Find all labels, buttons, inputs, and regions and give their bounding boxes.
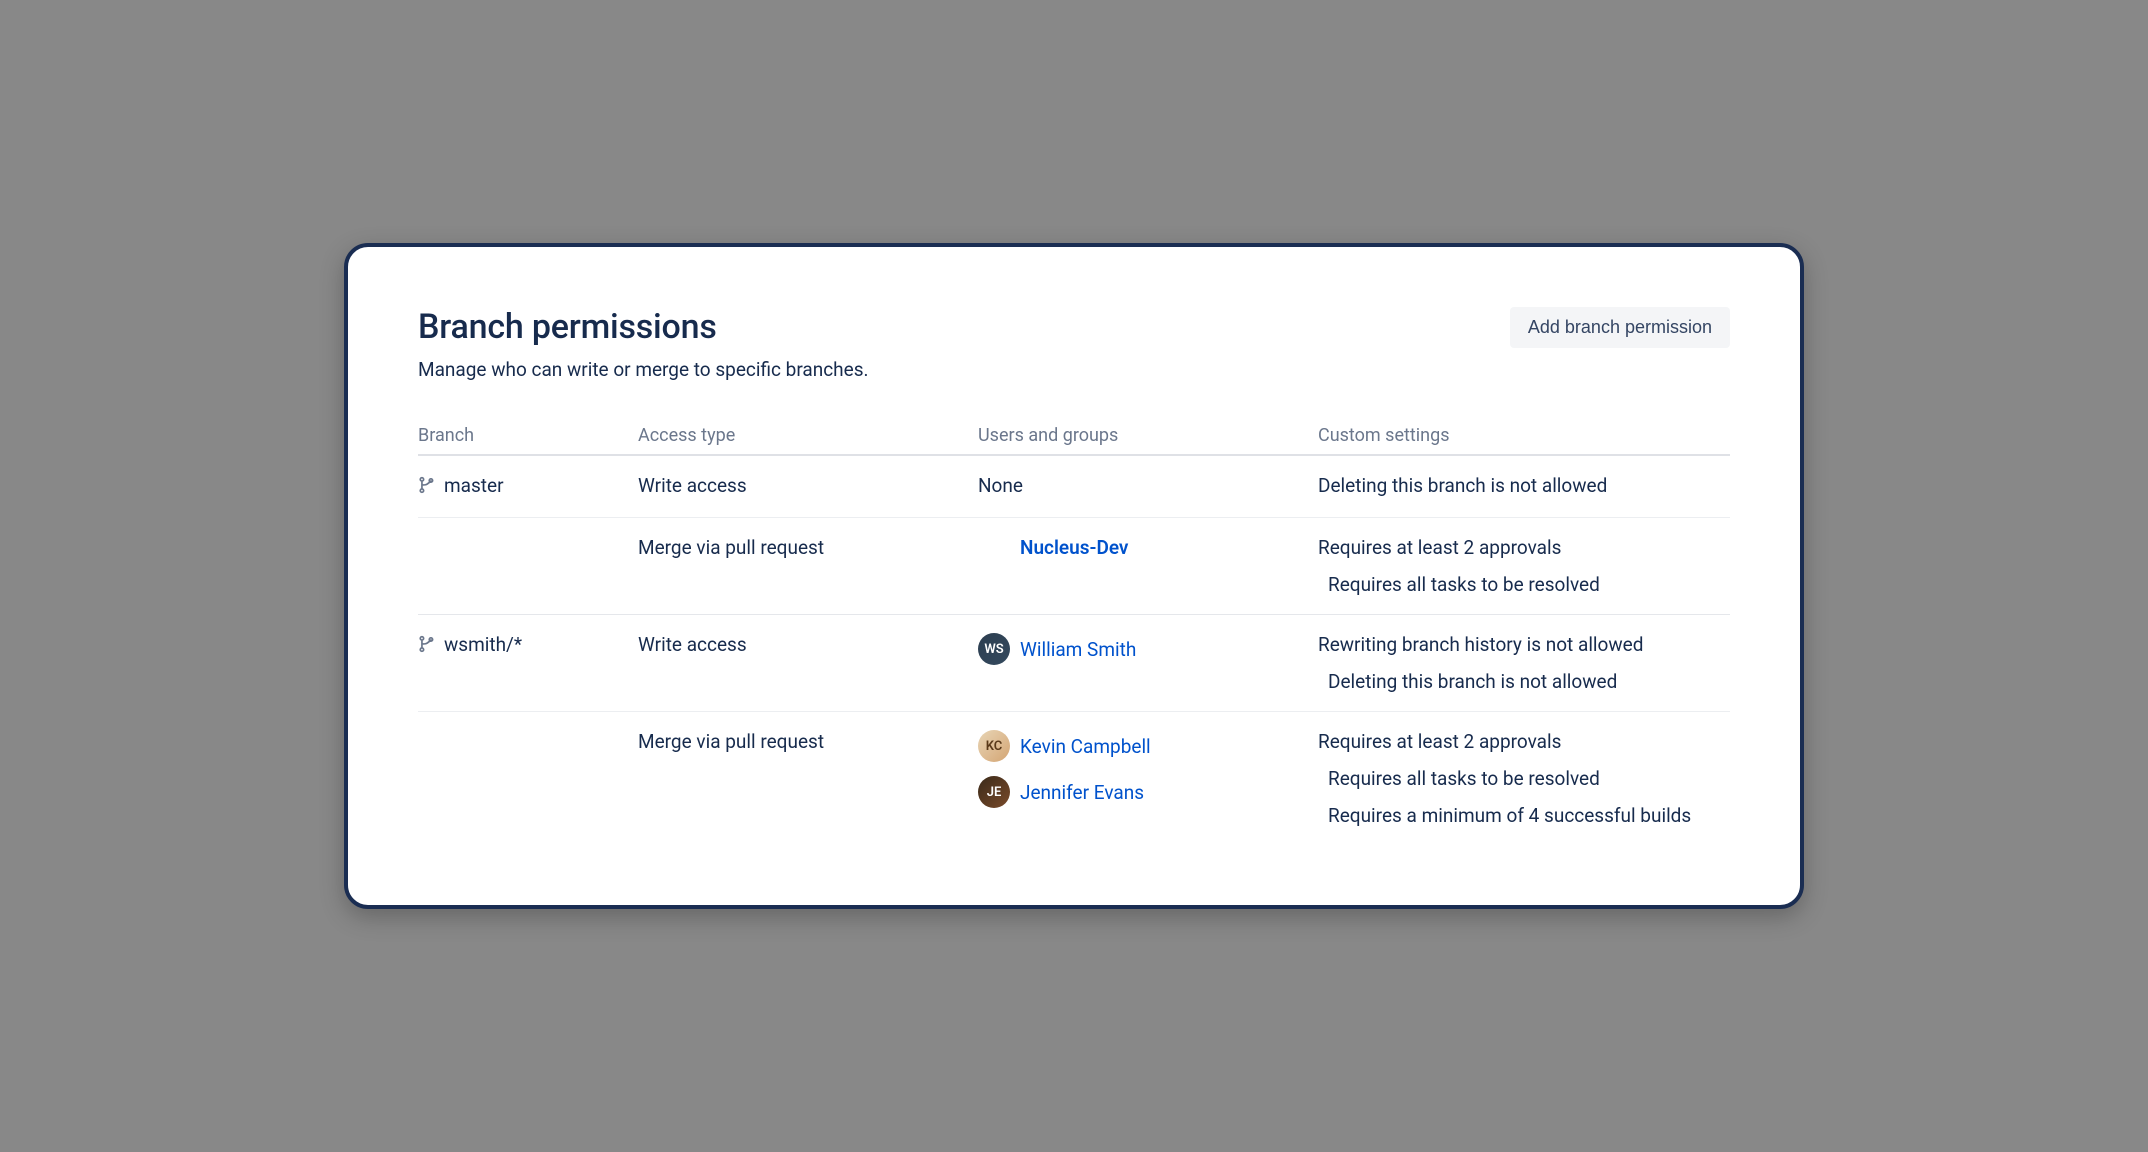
user-link[interactable]: Jennifer Evans (1020, 781, 1144, 804)
permission-row: path{fill:none;stroke:#6B778C;stroke-wid… (418, 456, 1730, 517)
branch-icon: path{fill:none;stroke:#6B778C;stroke-wid… (418, 476, 436, 499)
branch-name: wsmith/* (444, 633, 522, 656)
user-item: WS William Smith (978, 633, 1318, 665)
setting-list: Rewriting branch history is not allowed D… (1318, 633, 1730, 693)
setting-item: Rewriting branch history is not allowed (1318, 633, 1730, 656)
custom-settings: Deleting this branch is not allowed (1318, 474, 1730, 499)
user-link[interactable]: William Smith (1020, 638, 1136, 661)
access-type: Merge via pull request (638, 730, 978, 827)
branch-name-cell: path{fill:none;stroke:#6B778C;stroke-wid… (418, 633, 638, 658)
avatar: WS (978, 633, 1010, 665)
column-header-users: Users and groups (978, 425, 1318, 446)
branch-icon: path{fill:none;stroke:#6B778C;stroke-wid… (418, 635, 436, 658)
setting-item: Deleting this branch is not allowed (1318, 474, 1730, 497)
setting-item: Deleting this branch is not allowed (1318, 670, 1730, 693)
column-header-branch: Branch (418, 425, 638, 446)
setting-item: Requires all tasks to be resolved (1318, 767, 1730, 790)
setting-list: Requires at least 2 approvals Requires al… (1318, 730, 1730, 827)
setting-item: Requires a minimum of 4 successful build… (1318, 804, 1730, 827)
access-type: Write access (638, 633, 978, 693)
branch-list: path{fill:none;stroke:#6B778C;stroke-wid… (418, 456, 1730, 845)
access-type: Write access (638, 474, 978, 499)
setting-list: Deleting this branch is not allowed (1318, 474, 1730, 497)
users-and-groups: KC Kevin Campbell JE Jennifer Evans (978, 730, 1318, 827)
user-link[interactable]: Kevin Campbell (1020, 735, 1151, 758)
user-list: KC Kevin Campbell JE Jennifer Evans (978, 730, 1318, 808)
branch-name-cell: path{fill:none;stroke:#6B778C;stroke-wid… (418, 474, 638, 499)
branch-block: path{fill:none;stroke:#6B778C;stroke-wid… (418, 615, 1730, 845)
users-and-groups: Nucleus-Dev (978, 536, 1318, 596)
users-none-label: None (978, 474, 1023, 497)
custom-settings: Rewriting branch history is not allowed D… (1318, 633, 1730, 693)
page-title: Branch permissions (418, 307, 717, 347)
permission-row: Merge via pull requestKC Kevin Campbell JE… (418, 711, 1730, 845)
permission-row: Merge via pull requestNucleus-Dev Require… (418, 517, 1730, 614)
table-header-row: Branch Access type Users and groups Cust… (418, 425, 1730, 456)
group-link[interactable]: Nucleus-Dev (978, 536, 1128, 559)
permission-row: path{fill:none;stroke:#6B778C;stroke-wid… (418, 615, 1730, 711)
setting-item: Requires at least 2 approvals (1318, 730, 1730, 753)
branch-permissions-card: Branch permissions Add branch permission… (344, 243, 1804, 909)
branch-block: path{fill:none;stroke:#6B778C;stroke-wid… (418, 456, 1730, 615)
user-list: WS William Smith (978, 633, 1318, 665)
add-branch-permission-button[interactable]: Add branch permission (1510, 307, 1730, 348)
avatar: JE (978, 776, 1010, 808)
setting-item: Requires at least 2 approvals (1318, 536, 1730, 559)
avatar: KC (978, 730, 1010, 762)
users-and-groups: WS William Smith (978, 633, 1318, 693)
page-subtitle: Manage who can write or merge to specifi… (418, 358, 1730, 381)
branch-name: master (444, 474, 504, 497)
user-item: KC Kevin Campbell (978, 730, 1318, 762)
access-type: Merge via pull request (638, 536, 978, 596)
users-and-groups: None (978, 474, 1318, 499)
user-item: JE Jennifer Evans (978, 776, 1318, 808)
column-header-custom: Custom settings (1318, 425, 1730, 446)
setting-item: Requires all tasks to be resolved (1318, 573, 1730, 596)
custom-settings: Requires at least 2 approvals Requires al… (1318, 730, 1730, 827)
custom-settings: Requires at least 2 approvals Requires al… (1318, 536, 1730, 596)
column-header-access: Access type (638, 425, 978, 446)
setting-list: Requires at least 2 approvals Requires al… (1318, 536, 1730, 596)
card-header: Branch permissions Add branch permission (418, 307, 1730, 348)
